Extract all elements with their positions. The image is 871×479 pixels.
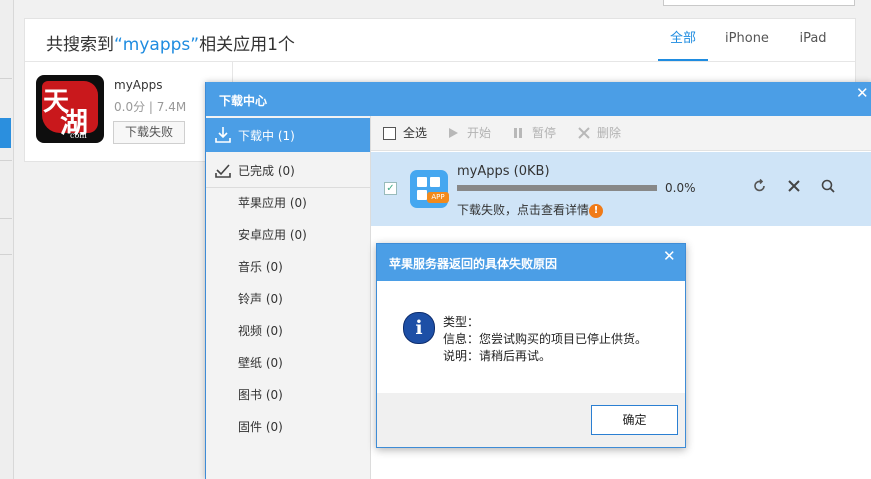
tab-iphone[interactable]: iPhone <box>722 19 772 59</box>
dialog-type-line: 类型： <box>443 315 480 329</box>
ok-button[interactable]: 确定 <box>591 405 678 435</box>
search-icon[interactable] <box>820 178 836 194</box>
download-failed-button[interactable]: 下载失败 <box>113 121 185 144</box>
sidebar-item-completed[interactable]: 已完成 (0) <box>206 153 370 188</box>
row-checkbox[interactable]: ✓ <box>384 182 397 195</box>
search-input[interactable] <box>663 0 855 6</box>
app-name[interactable]: myApps <box>114 78 163 92</box>
download-item-name: myApps (0KB) <box>457 164 550 179</box>
results-title-suffix: 相关应用1个 <box>199 35 295 55</box>
app-badge: APP <box>427 192 449 203</box>
download-status-link[interactable]: 下载失败，点击查看详情! <box>457 201 604 218</box>
sidebar-item-books[interactable]: 图书 (0) <box>238 386 283 403</box>
progress-percent: 0.0% <box>665 181 696 195</box>
failure-reason-dialog: 苹果服务器返回的具体失败原因 ✕ i 类型： 信息：您尝试购买的项目已停止供货。… <box>376 243 686 448</box>
dialog-footer: 确定 <box>377 393 685 447</box>
rail-divider <box>0 254 12 255</box>
download-center-title: 下载中心 <box>219 94 268 108</box>
select-all-label[interactable]: 全选 <box>403 116 427 150</box>
sidebar-item-label: 下载中 (1) <box>238 129 295 143</box>
sidebar-item-downloading[interactable]: 下载中 (1) <box>206 118 370 152</box>
sidebar-item-videos[interactable]: 视频 (0) <box>238 322 283 339</box>
download-list-row[interactable]: ✓ APP myApps (0KB) 0.0% 下载失败，点击查看详情! <box>371 152 871 226</box>
pause-button[interactable]: 暂停 <box>532 116 556 150</box>
download-status-text[interactable]: 下载失败，点击查看详情 <box>457 203 589 217</box>
app-meta: 0.0分 | 7.4M <box>114 100 187 114</box>
close-icon[interactable] <box>786 178 802 194</box>
results-title-prefix: 共搜索到 <box>46 35 114 55</box>
app-icon[interactable]: 天 湖 com <box>36 75 104 143</box>
sidebar-item-music[interactable]: 音乐 (0) <box>238 258 283 275</box>
progress-bar <box>457 185 657 191</box>
select-all-checkbox[interactable] <box>383 127 396 140</box>
delete-button[interactable]: 删除 <box>597 116 621 150</box>
results-keyword: “myapps” <box>114 35 200 55</box>
close-icon[interactable]: ✕ <box>856 84 869 102</box>
sidebar-item-ios-apps[interactable]: 苹果应用 (0) <box>238 194 307 211</box>
app-result-card[interactable]: 天 湖 com myApps 0.0分 | 7.4M 下载失败 <box>25 62 233 160</box>
app-placeholder-icon: APP <box>410 170 449 208</box>
info-icon: i <box>403 312 435 344</box>
app-left-rail <box>0 0 14 479</box>
dialog-note-line: 说明：请稍后再试。 <box>443 349 552 363</box>
app-icon-caption: com <box>70 131 87 140</box>
rail-selected-item[interactable] <box>0 118 11 148</box>
download-sidebar: 下载中 (1) 已完成 (0) 苹果应用 (0) 安卓应用 (0) 音乐 (0)… <box>206 116 371 479</box>
tab-ipad[interactable]: iPad <box>788 19 838 59</box>
download-icon <box>215 127 231 143</box>
results-title: 共搜索到“myapps”相关应用1个 <box>46 30 295 55</box>
download-center-header: 下载中心 ✕ <box>206 82 871 116</box>
dialog-title: 苹果服务器返回的具体失败原因 <box>389 257 558 271</box>
sidebar-item-label: 已完成 (0) <box>238 164 295 178</box>
close-icon[interactable]: ✕ <box>663 247 676 265</box>
results-header: 共搜索到“myapps”相关应用1个 全部 iPhone iPad <box>25 19 855 62</box>
warning-icon[interactable]: ! <box>589 203 604 218</box>
check-download-icon <box>215 164 231 178</box>
rail-divider <box>0 78 12 79</box>
rail-divider <box>0 160 12 161</box>
tab-all[interactable]: 全部 <box>658 19 708 61</box>
dialog-info-line: 信息：您尝试购买的项目已停止供货。 <box>443 332 648 346</box>
sidebar-item-ringtones[interactable]: 铃声 (0) <box>238 290 283 307</box>
sidebar-item-wallpapers[interactable]: 壁纸 (0) <box>238 354 283 371</box>
sidebar-item-firmware[interactable]: 固件 (0) <box>238 418 283 435</box>
download-toolbar: 全选 开始 暂停 删除 <box>371 116 871 151</box>
delete-icon[interactable] <box>578 127 590 139</box>
rail-divider <box>0 218 12 219</box>
retry-icon[interactable] <box>752 178 768 194</box>
pause-icon[interactable] <box>512 127 524 139</box>
sidebar-item-android-apps[interactable]: 安卓应用 (0) <box>238 226 307 243</box>
dialog-header: 苹果服务器返回的具体失败原因 ✕ <box>377 244 685 281</box>
play-icon[interactable] <box>447 127 459 139</box>
start-button[interactable]: 开始 <box>467 116 491 150</box>
